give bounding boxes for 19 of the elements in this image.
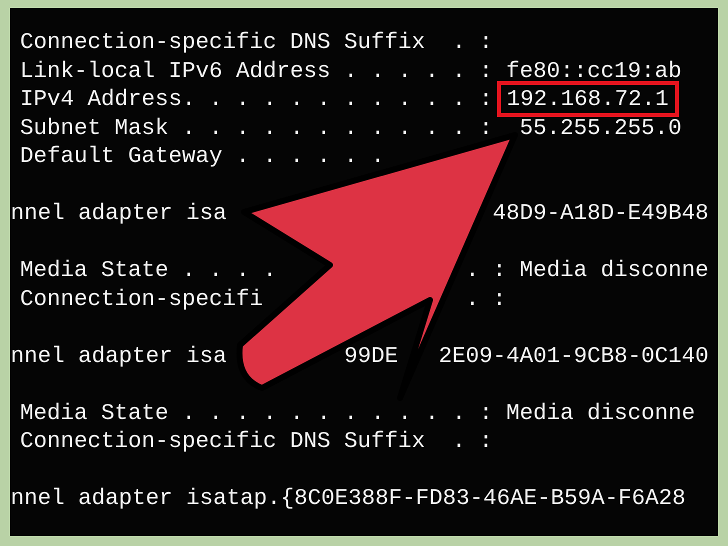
- console-text: IPv4 Address. . . . . . . . . . . :: [20, 87, 493, 112]
- console-text: 2E09-4A01-9CB8-0C140: [438, 344, 709, 368]
- console-text: Default Gateway . . . . . .: [20, 144, 385, 168]
- highlighted-ip-address: 192.168.72.1: [496, 81, 679, 118]
- console-text: . : Media disconne: [466, 258, 709, 282]
- console-text: nnel adapter isatap.{8C0E388F-FD83-46AE-B59A-F6A28: [10, 486, 686, 510]
- console-text: Connection-specific DNS Suffix . :: [20, 429, 493, 454]
- console-text: Media State . . . . . . . . . . . : Media disconne: [20, 400, 696, 425]
- console-text: Connection-specific DNS Suffix . :: [20, 30, 493, 54]
- console-text: 99DE: [344, 344, 398, 368]
- console-text: Subnet Mask . . . . . . . . . . . :: [20, 116, 493, 140]
- console-text: 55.255.255.0: [520, 116, 682, 140]
- console-text: nnel adapter isa: [10, 201, 227, 226]
- console-text: 48D9-A18D-E49B48: [492, 201, 709, 226]
- console-text: Link-local IPv6 Address . . . . . : fe80::cc19:ab: [20, 58, 682, 83]
- console-text: . :: [466, 286, 506, 311]
- console-text: Connection-specifi: [20, 286, 264, 311]
- console-text: Media State . . . .: [20, 258, 277, 282]
- console-text: nnel adapter isa: [10, 344, 227, 368]
